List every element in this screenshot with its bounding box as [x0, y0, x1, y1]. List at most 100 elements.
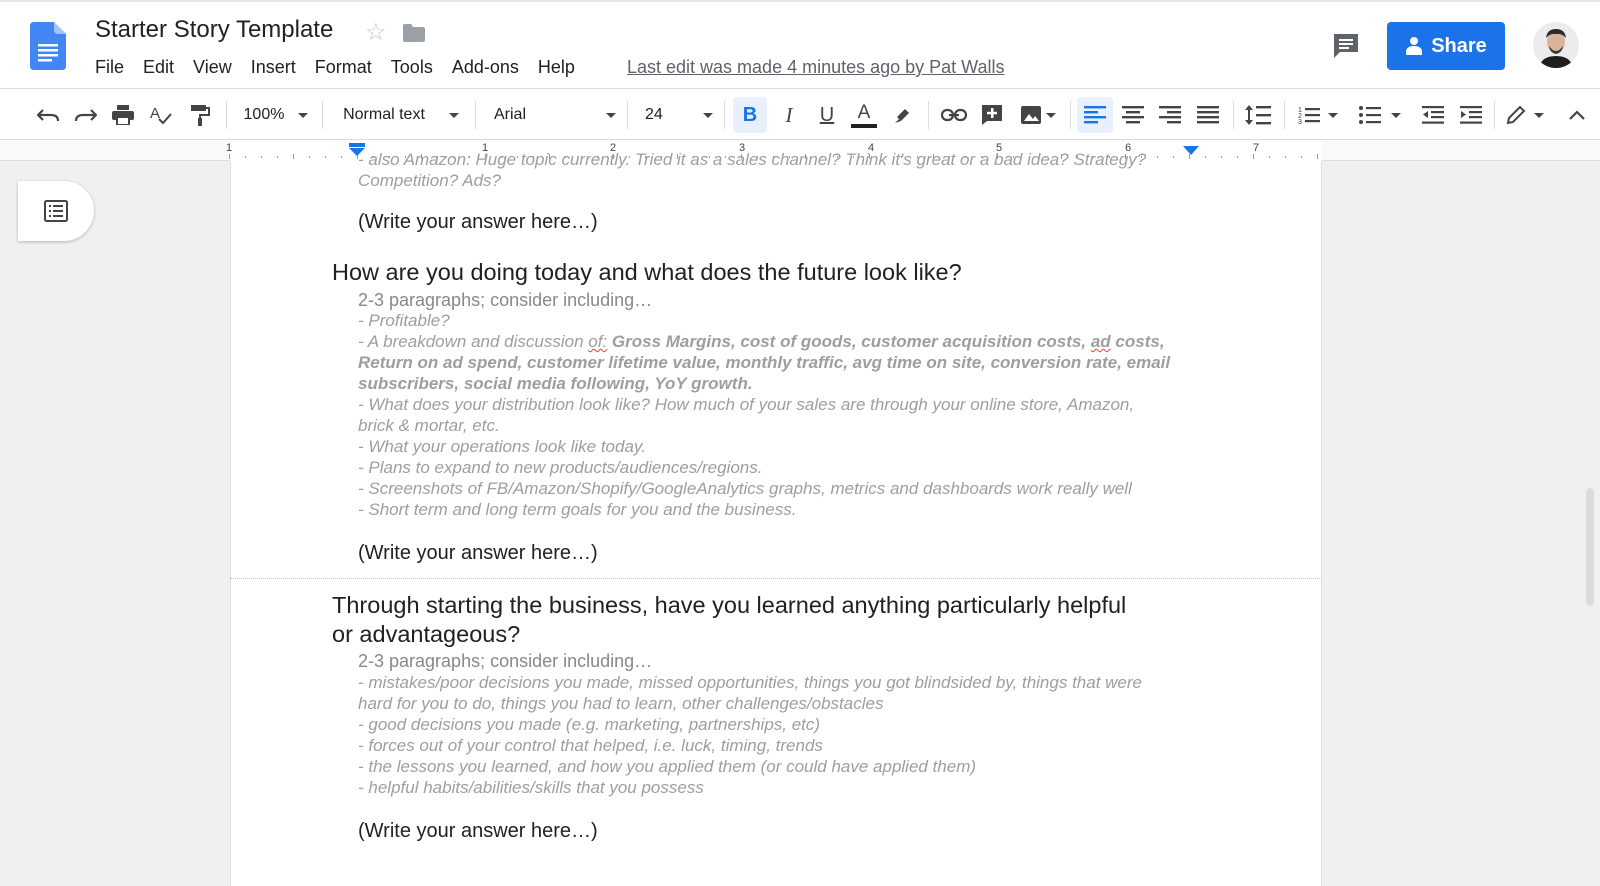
align-left-icon[interactable] [1077, 97, 1113, 133]
line-spacing-icon[interactable] [1240, 89, 1276, 141]
ruler-label: 1 [225, 142, 233, 154]
bullet-item: hard for you to do, things you had to le… [358, 694, 884, 713]
bullet-item: - Profitable? [358, 311, 450, 330]
document-title[interactable]: Starter Story Template [95, 16, 333, 44]
chevron-down-icon [1046, 112, 1056, 118]
share-button[interactable]: Share [1387, 22, 1505, 70]
avatar-image [1533, 22, 1579, 68]
ruler-tick [1285, 156, 1286, 158]
ruler-tick [261, 156, 262, 158]
bullet-item: - helpful habits/abilities/skills that y… [358, 778, 704, 797]
last-edit-link[interactable]: Last edit was made 4 minutes ago by Pat … [627, 57, 1005, 78]
outline-icon [44, 200, 68, 222]
insert-comment-icon[interactable] [975, 89, 1009, 141]
menu-file[interactable]: File [95, 57, 124, 78]
insert-link-icon[interactable] [937, 89, 971, 141]
ruler-tick [277, 156, 278, 158]
bullet-item: - mistakes/poor decisions you made, miss… [358, 673, 1142, 692]
undo-icon[interactable] [34, 89, 62, 141]
bulleted-list-icon [1359, 106, 1381, 124]
bullet-text: - A breakdown and discussion [358, 332, 589, 351]
misspelled-word[interactable]: of: [588, 332, 607, 351]
bullet-item: - What your operations look like today. [358, 437, 646, 456]
right-indent-marker-icon[interactable] [1183, 146, 1199, 156]
ruler-tick [293, 154, 294, 159]
ruler-tick [1317, 154, 1318, 159]
increase-indent-icon[interactable] [1454, 89, 1488, 141]
ruler-tick [325, 156, 326, 158]
amazon-bullet-line1: - also Amazon: Huge topic currently. Tri… [358, 150, 1147, 169]
zoom-select[interactable]: 100% [240, 89, 312, 141]
underline-icon: U [819, 103, 835, 126]
justify-icon[interactable] [1191, 89, 1225, 141]
document-canvas[interactable]: - also Amazon: Huge topic currently. Tri… [0, 150, 1600, 886]
collapse-toolbar-icon[interactable] [1562, 89, 1592, 141]
numbered-list-icon: 123 [1298, 107, 1320, 125]
ruler-label: 7 [1252, 142, 1260, 154]
svg-text:A: A [150, 105, 160, 122]
editing-mode-button[interactable] [1500, 89, 1550, 141]
answer-placeholder[interactable]: (Write your answer here…) [358, 211, 598, 234]
ruler-tick [1157, 156, 1158, 158]
underline-button[interactable]: U [810, 89, 844, 141]
bullet-item-bold: Return on ad spend, customer lifetime va… [358, 353, 1171, 372]
answer-placeholder[interactable]: (Write your answer here…) [358, 820, 598, 843]
bullet-item: - good decisions you made (e.g. marketin… [358, 715, 821, 734]
paragraph-style-select[interactable]: Normal text [340, 89, 462, 141]
numbered-list-button[interactable]: 123 [1290, 89, 1346, 141]
menu-view[interactable]: View [193, 57, 232, 78]
chevron-down-icon [1391, 112, 1401, 118]
highlight-color-icon[interactable] [886, 89, 920, 141]
ruler-tick [1301, 156, 1302, 158]
bullet-item: brick & mortar, etc. [358, 416, 500, 435]
menu-add-ons[interactable]: Add-ons [452, 57, 519, 78]
decrease-indent-icon[interactable] [1416, 89, 1450, 141]
google-docs-logo-icon[interactable] [30, 22, 66, 70]
redo-icon[interactable] [72, 89, 100, 141]
user-avatar[interactable] [1533, 22, 1579, 68]
bullet-item: - Short term and long term goals for you… [358, 500, 797, 519]
ruler-tick [245, 156, 246, 158]
chevron-down-icon [448, 112, 459, 118]
bulleted-list-button[interactable] [1352, 89, 1408, 141]
bold-button[interactable]: B [733, 97, 767, 133]
bullet-item: - Plans to expand to new products/audien… [358, 458, 763, 477]
svg-text:3: 3 [1298, 119, 1302, 125]
align-right-icon[interactable] [1153, 89, 1187, 141]
bullet-item: - Screenshots of FB/Amazon/Shopify/Googl… [358, 479, 1132, 498]
zoom-value: 100% [243, 106, 285, 123]
italic-icon: I [785, 102, 793, 127]
misspelled-word[interactable]: ad [1091, 332, 1111, 351]
chevron-down-icon [1328, 112, 1338, 118]
answer-placeholder[interactable]: (Write your answer here…) [358, 542, 598, 565]
menu-format[interactable]: Format [315, 57, 372, 78]
ruler-tick [309, 156, 310, 158]
menu-edit[interactable]: Edit [143, 57, 174, 78]
font-select[interactable]: Arial [494, 89, 616, 141]
menu-help[interactable]: Help [538, 57, 575, 78]
align-center-icon[interactable] [1116, 89, 1150, 141]
ruler-tick [341, 156, 342, 158]
insert-image-button[interactable] [1012, 89, 1064, 141]
section-heading: Through starting the business, have you … [332, 592, 1127, 618]
vertical-scrollbar[interactable] [1586, 488, 1594, 606]
formatting-toolbar: A 100% Normal text Arial 24 B I U A 1 2 … [0, 88, 1600, 140]
star-icon[interactable]: ☆ [365, 18, 387, 47]
section-heading: or advantageous? [332, 621, 521, 647]
text-color-icon: A [857, 101, 871, 123]
menu-tools[interactable]: Tools [391, 57, 433, 78]
print-icon[interactable] [109, 89, 137, 141]
folder-icon[interactable] [403, 24, 425, 42]
font-size-select[interactable]: 24 [645, 89, 713, 141]
menu-insert[interactable]: Insert [251, 57, 296, 78]
text-color-button[interactable]: A [847, 89, 881, 141]
comments-icon[interactable] [1332, 32, 1360, 60]
spellcheck-icon[interactable]: A [147, 89, 175, 141]
italic-button[interactable]: I [772, 89, 806, 141]
bold-icon: B [742, 103, 758, 126]
chevron-down-icon [1534, 112, 1544, 118]
chevron-down-icon [703, 112, 713, 118]
document-outline-button[interactable] [18, 181, 94, 241]
paint-format-icon[interactable] [186, 89, 214, 141]
bold-text: costs, [1115, 332, 1165, 351]
